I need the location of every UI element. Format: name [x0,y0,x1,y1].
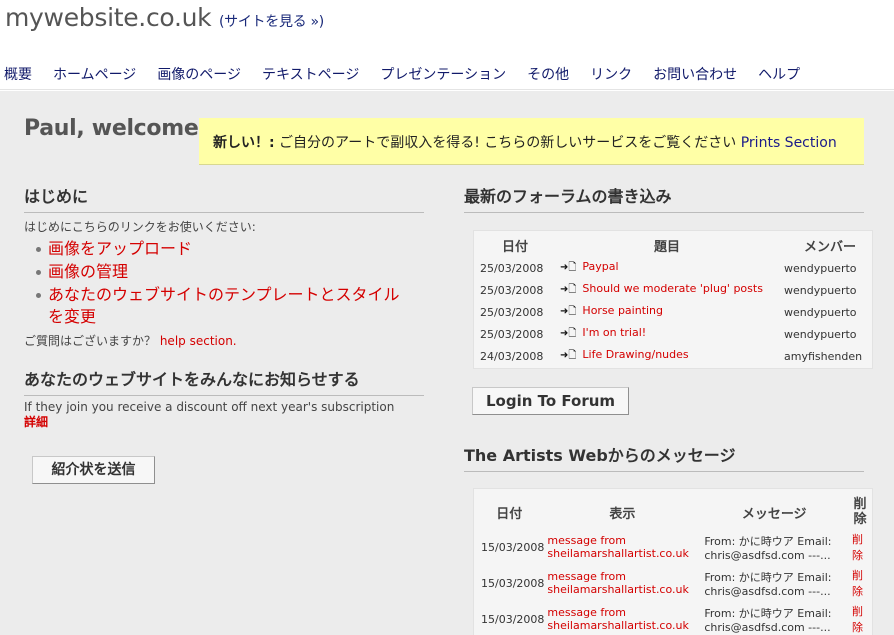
upload-images-link[interactable]: 画像をアップロード [48,239,192,258]
notice-text: ご自分のアートで副収入を得る! こちらの新しいサービスをご覧ください [274,135,741,151]
view-site-wrapper: (サイトを見る ») [218,14,324,30]
message-view-link[interactable]: message from sheilamarshallartist.co.uk [547,534,688,560]
forum-post-link[interactable]: Paypal [582,260,618,273]
nav-links[interactable]: リンク [590,64,632,84]
messages-header-message: メッセージ [741,506,807,522]
table-row: 24/03/2008 ➜🗋 Life Drawing/nudes amyfishe… [480,347,863,363]
help-section-link[interactable]: help section. [160,334,237,348]
nav-image-pages[interactable]: 画像のページ [157,64,241,84]
help-question: ご質問はございますか？ help section. [24,334,237,348]
list-item: あなたのウェブサイトのテンプレートとスタイルを変更 [34,284,414,328]
table-row: 25/03/2008 ➜🗋 Paypal wendypuerto [480,259,857,275]
new-post-icon: ➜🗋 [560,305,577,317]
nav-overview[interactable]: 概要 [4,64,32,84]
forum-post-link[interactable]: Horse painting [582,304,663,317]
details-link[interactable]: 詳細 [24,415,48,429]
getting-started-title: はじめに [24,183,424,213]
share-text: If they join you receive a discount off … [24,400,395,414]
forum-post-link[interactable]: Should we moderate 'plug' posts [582,282,763,295]
nav-help[interactable]: ヘルプ [758,64,800,84]
new-post-icon: ➜🗋 [560,349,577,361]
table-row: 15/03/2008 message from sheilamarshallar… [481,533,864,562]
delete-message-link[interactable]: 削除 [852,605,863,634]
new-post-icon: ➜🗋 [560,327,577,339]
notice-prefix: 新しい！: [213,135,275,151]
forum-header-subject: 題目 [653,239,680,255]
list-item: 画像の管理 [34,261,414,283]
send-referral-button[interactable]: 紹介状を送信 [32,456,155,484]
table-row: 15/03/2008 message from sheilamarshallar… [481,569,864,598]
login-to-forum-button[interactable]: Login To Forum [472,387,629,415]
forum-title: 最新のフォーラムの書き込み [464,183,864,213]
table-row: 25/03/2008 ➜🗋 Horse painting wendypuerto [480,303,857,319]
new-notice-banner: 新しい！: ご自分のアートで副収入を得る! こちらの新しいサービスをご覧ください… [199,118,864,165]
header: mywebsite.co.uk (サイトを見る ») 概要 ホームページ 画像の… [0,0,894,90]
table-row: 25/03/2008 ➜🗋 I'm on trial! wendypuerto [480,325,857,341]
table-row: 25/03/2008 ➜🗋 Should we moderate 'plug' p… [480,281,857,297]
nav-presentation[interactable]: プレゼンテーション [380,64,506,84]
messages-header-view: 表示 [609,506,636,522]
manage-images-link[interactable]: 画像の管理 [48,262,128,281]
messages-table: 日付 表示 メッセージ 削除 15/03/2008 message from s… [474,495,872,635]
main-nav: 概要 ホームページ 画像のページ テキストページ プレゼンテーション その他 リ… [4,64,821,84]
nav-other[interactable]: その他 [527,64,569,84]
view-site-link[interactable]: サイトを見る » [224,14,319,30]
list-item: 画像をアップロード [34,238,414,260]
welcome-heading: Paul, welcome! [24,116,209,141]
messages-title: The Artists Webからのメッセージ [464,442,864,472]
forum-post-link[interactable]: Life Drawing/nudes [582,348,688,361]
main-content: Paul, welcome! 新しい！: ご自分のアートで副収入を得る! こちら… [0,91,894,635]
prints-section-link[interactable]: Prints Section [741,135,837,151]
new-post-icon: ➜🗋 [560,283,577,295]
forum-table: 日付 題目 メンバー 25/03/2008 ➜🗋 Paypal wendypuer… [474,233,872,367]
share-website-title: あなたのウェブサイトをみんなにお知らせする [24,366,424,396]
nav-homepage[interactable]: ホームページ [53,64,136,84]
change-template-link[interactable]: あなたのウェブサイトのテンプレートとスタイルを変更 [48,285,400,326]
nav-text-pages[interactable]: テキストページ [262,64,359,84]
messages-header-date: 日付 [496,506,523,522]
forum-header-date: 日付 [501,239,528,255]
forum-panel: 日付 題目 メンバー 25/03/2008 ➜🗋 Paypal wendypuer… [473,230,873,369]
getting-started-intro: はじめにこちらのリンクをお使いください: [24,220,256,234]
getting-started-links: 画像をアップロード 画像の管理 あなたのウェブサイトのテンプレートとスタイルを変… [34,238,414,329]
messages-panel: 日付 表示 メッセージ 削除 15/03/2008 message from s… [473,488,873,635]
message-view-link[interactable]: message from sheilamarshallartist.co.uk [547,570,688,596]
site-title: mywebsite.co.uk (サイトを見る ») [5,3,324,32]
messages-header-delete: 削除 [853,497,867,527]
forum-header-member: メンバー [804,239,857,255]
message-view-link[interactable]: message from sheilamarshallartist.co.uk [547,606,688,632]
nav-contact[interactable]: お問い合わせ [653,64,737,84]
new-post-icon: ➜🗋 [560,261,577,273]
forum-post-link[interactable]: I'm on trial! [582,326,646,339]
delete-message-link[interactable]: 削除 [852,569,863,598]
table-row: 15/03/2008 message from sheilamarshallar… [481,605,864,634]
site-name: mywebsite.co.uk [5,3,212,32]
delete-message-link[interactable]: 削除 [852,533,863,562]
